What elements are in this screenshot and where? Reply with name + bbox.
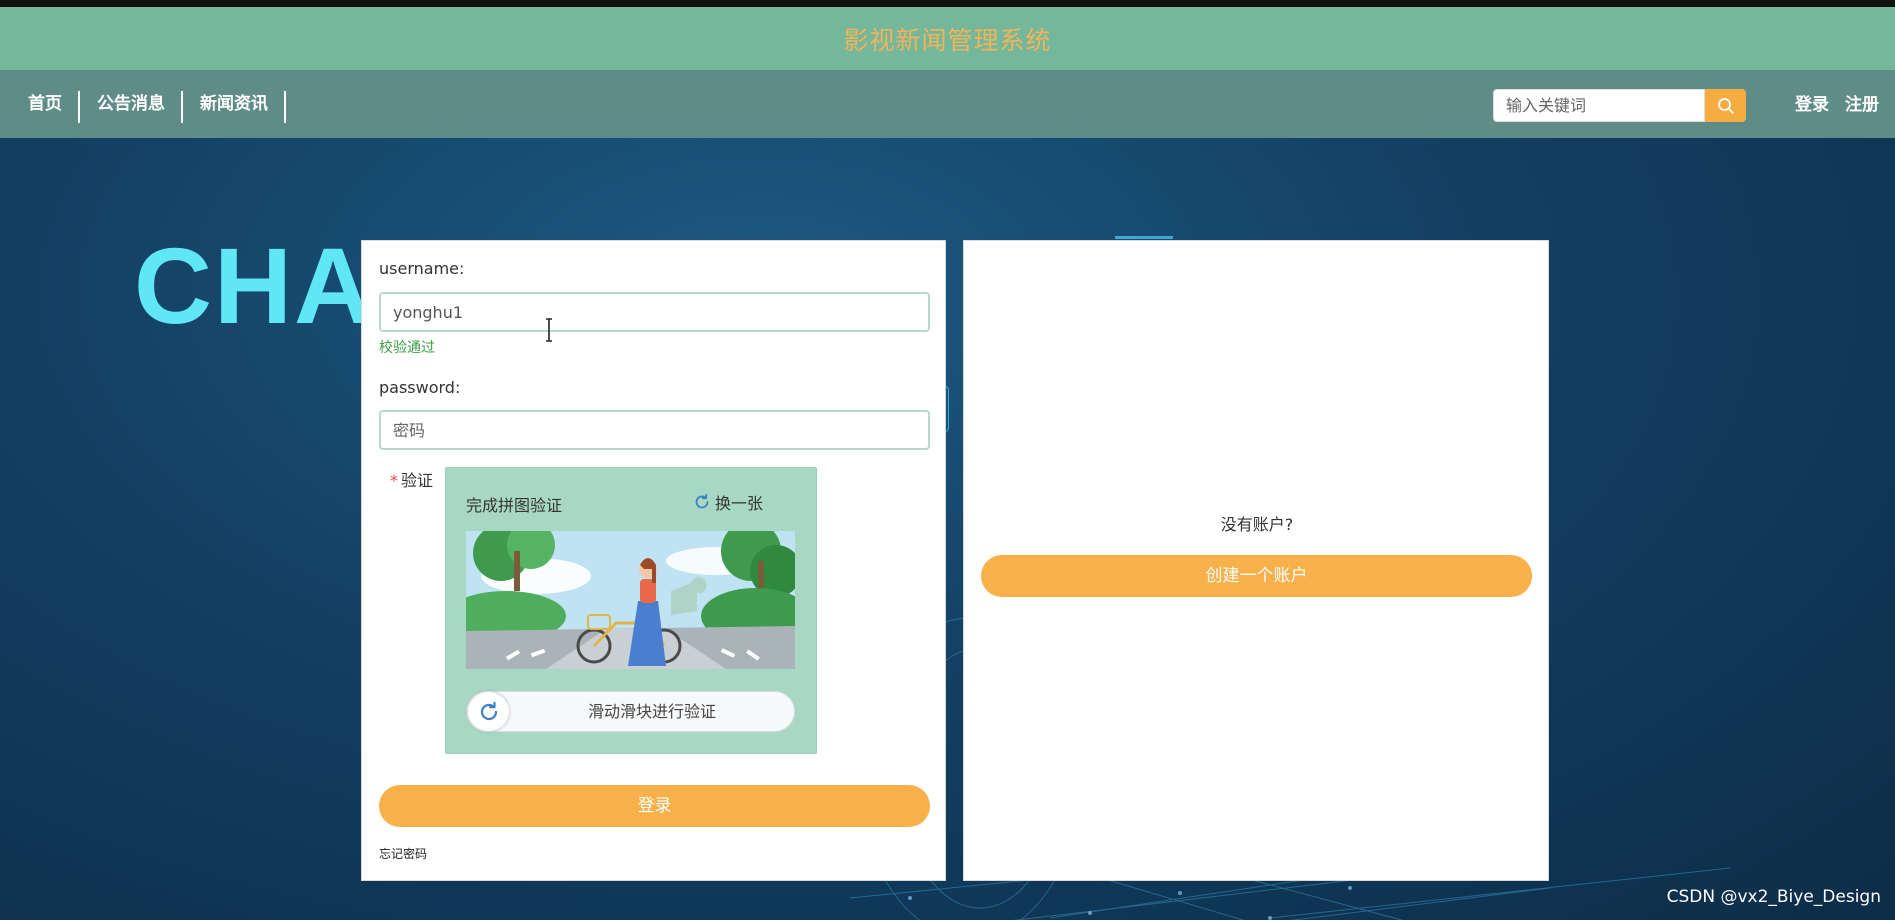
search-input[interactable] (1493, 89, 1705, 122)
nav-item-announcements[interactable]: 公告消息 (90, 70, 172, 138)
login-link[interactable]: 登录 (1795, 89, 1829, 122)
captcha-title: 完成拼图验证 (466, 496, 563, 515)
required-mark: * (390, 471, 398, 490)
window-top-strip (0, 0, 1895, 7)
site-title: 影视新闻管理系统 (843, 25, 1052, 55)
login-submit-button[interactable]: 登录 (379, 785, 930, 827)
captcha-panel: 完成拼图验证 换一张 滑动滑块进行验证 (445, 467, 817, 754)
search-icon (1717, 97, 1734, 114)
refresh-icon (480, 701, 497, 720)
username-status: 校验通过 (379, 340, 435, 356)
hero-text: CHA (134, 225, 374, 346)
nav-item-home[interactable]: 首页 (18, 70, 72, 138)
login-form: username: 校验通过 password: *验证 完成拼图验证 换一张 (361, 240, 946, 881)
nav-item-news[interactable]: 新闻资讯 (193, 70, 275, 138)
register-panel: 没有账户? 创建一个账户 (963, 240, 1549, 881)
password-label: password: (379, 378, 461, 397)
refresh-icon (695, 493, 709, 509)
username-field[interactable] (379, 292, 930, 332)
register-link[interactable]: 注册 (1845, 89, 1879, 122)
nav-separator (181, 91, 183, 123)
hero-background: CHA (0, 138, 1895, 920)
verify-label-text: 验证 (401, 471, 434, 490)
no-account-text: 没有账户? (1220, 515, 1294, 534)
title-bar: 影视新闻管理系统 (0, 7, 1895, 70)
text-cursor-icon (546, 318, 552, 342)
forgot-password-link[interactable]: 忘记密码 (379, 845, 427, 862)
username-label: username: (379, 259, 465, 278)
captcha-puzzle-image (466, 531, 795, 669)
captcha-slider[interactable]: 滑动滑块进行验证 (466, 691, 795, 732)
search-button[interactable] (1705, 89, 1746, 122)
captcha-refresh-label: 换一张 (715, 494, 764, 513)
verify-label: * 验证 (390, 467, 433, 491)
watermark: CSDN @vx2_Biye_Design (1666, 887, 1881, 907)
captcha-refresh-button[interactable]: 换一张 (693, 490, 763, 514)
slider-text: 滑动滑块进行验证 (587, 702, 716, 721)
hero-decor-bar (1115, 236, 1173, 239)
password-field[interactable] (379, 410, 930, 450)
slider-handle[interactable] (467, 691, 510, 732)
create-account-button[interactable]: 创建一个账户 (981, 555, 1532, 597)
nav-separator (284, 91, 286, 123)
nav-separator (78, 91, 80, 123)
